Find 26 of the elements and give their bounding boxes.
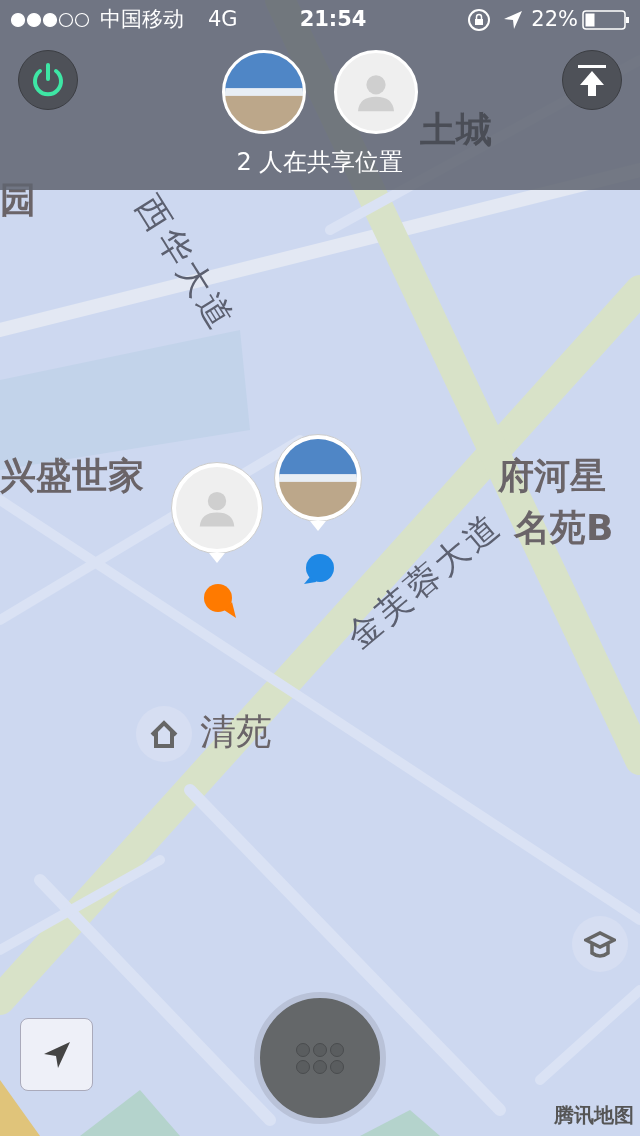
pin-pointer-icon <box>310 521 326 531</box>
carrier-name: 中国移动 <box>100 6 184 34</box>
place-label: 兴盛世家 <box>0 458 144 494</box>
battery-percent: 22% <box>531 6 578 34</box>
signal-icon <box>10 12 92 28</box>
road-label: 西华大道 <box>131 190 241 337</box>
road-label: 金芙蓉大道 <box>340 505 508 655</box>
upload-arrow-icon <box>576 63 608 97</box>
locate-button[interactable] <box>20 1018 93 1091</box>
place-label: 府河星 <box>498 458 606 494</box>
house-icon <box>148 719 180 749</box>
grid-dots-icon <box>295 1041 345 1075</box>
sharing-count-label: 2 人在共享位置 <box>235 147 405 178</box>
place-label: 园 <box>0 182 36 218</box>
network-type: 4G <box>208 6 238 34</box>
avatar-pin[interactable] <box>274 434 362 532</box>
poi-label: 清苑 <box>200 714 272 750</box>
rotation-lock-icon <box>467 8 492 32</box>
pin-pointer-icon <box>209 553 225 563</box>
battery-icon <box>582 9 630 31</box>
location-arrow-icon <box>503 10 524 30</box>
graduation-cap-icon <box>584 929 616 959</box>
clock-time: 21:54 <box>299 6 367 34</box>
map-attribution: 腾讯地图 <box>554 1102 634 1129</box>
sand-area <box>0 1080 40 1136</box>
place-label: 名苑B <box>514 510 614 546</box>
